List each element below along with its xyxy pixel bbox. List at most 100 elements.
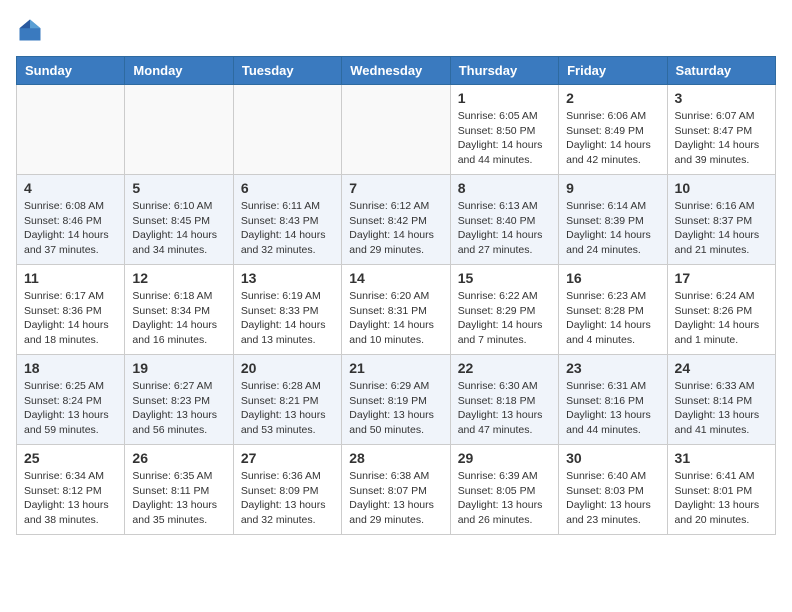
day-info: Sunrise: 6:13 AM Sunset: 8:40 PM Dayligh… [458, 199, 551, 258]
page-header [16, 16, 776, 44]
calendar-day-cell: 23 Sunrise: 6:31 AM Sunset: 8:16 PM Dayli… [559, 355, 667, 445]
calendar-day-cell: 11 Sunrise: 6:17 AM Sunset: 8:36 PM Dayli… [17, 265, 125, 355]
weekday-header-friday: Friday [559, 57, 667, 85]
weekday-header-sunday: Sunday [17, 57, 125, 85]
calendar-body: 1 Sunrise: 6:05 AM Sunset: 8:50 PM Daylig… [17, 85, 776, 535]
weekday-header-monday: Monday [125, 57, 233, 85]
day-number: 6 [241, 180, 334, 196]
calendar-day-cell: 21 Sunrise: 6:29 AM Sunset: 8:19 PM Dayli… [342, 355, 450, 445]
day-number: 28 [349, 450, 442, 466]
logo-icon [16, 16, 44, 44]
calendar-day-cell: 2Sunrise: 6:06 AM Sunset: 8:49 PM Daylig… [559, 85, 667, 175]
calendar-day-cell: 27 Sunrise: 6:36 AM Sunset: 8:09 PM Dayli… [233, 445, 341, 535]
day-number: 17 [675, 270, 768, 286]
calendar-day-cell: 19 Sunrise: 6:27 AM Sunset: 8:23 PM Dayli… [125, 355, 233, 445]
day-info: Sunrise: 6:12 AM Sunset: 8:42 PM Dayligh… [349, 199, 442, 258]
calendar-day-cell: 6Sunrise: 6:11 AM Sunset: 8:43 PM Daylig… [233, 175, 341, 265]
calendar-day-cell: 15Sunrise: 6:22 AM Sunset: 8:29 PM Dayli… [450, 265, 558, 355]
day-number: 4 [24, 180, 117, 196]
calendar-day-cell: 17Sunrise: 6:24 AM Sunset: 8:26 PM Dayli… [667, 265, 775, 355]
weekday-header-tuesday: Tuesday [233, 57, 341, 85]
day-number: 20 [241, 360, 334, 376]
day-number: 8 [458, 180, 551, 196]
day-number: 26 [132, 450, 225, 466]
calendar-day-cell [125, 85, 233, 175]
calendar-day-cell: 14 Sunrise: 6:20 AM Sunset: 8:31 PM Dayli… [342, 265, 450, 355]
day-info: Sunrise: 6:29 AM Sunset: 8:19 PM Dayligh… [349, 379, 442, 438]
calendar-day-cell: 29 Sunrise: 6:39 AM Sunset: 8:05 PM Dayli… [450, 445, 558, 535]
calendar-week-row: 4 Sunrise: 6:08 AM Sunset: 8:46 PM Daylig… [17, 175, 776, 265]
day-number: 14 [349, 270, 442, 286]
day-info: Sunrise: 6:14 AM Sunset: 8:39 PM Dayligh… [566, 199, 659, 258]
calendar-week-row: 18 Sunrise: 6:25 AM Sunset: 8:24 PM Dayli… [17, 355, 776, 445]
day-info: Sunrise: 6:19 AM Sunset: 8:33 PM Dayligh… [241, 289, 334, 348]
day-info: Sunrise: 6:31 AM Sunset: 8:16 PM Dayligh… [566, 379, 659, 438]
day-info: Sunrise: 6:07 AM Sunset: 8:47 PM Dayligh… [675, 109, 768, 168]
weekday-header-saturday: Saturday [667, 57, 775, 85]
day-number: 16 [566, 270, 659, 286]
day-info: Sunrise: 6:27 AM Sunset: 8:23 PM Dayligh… [132, 379, 225, 438]
day-info: Sunrise: 6:16 AM Sunset: 8:37 PM Dayligh… [675, 199, 768, 258]
calendar-day-cell [17, 85, 125, 175]
calendar-day-cell [342, 85, 450, 175]
day-info: Sunrise: 6:35 AM Sunset: 8:11 PM Dayligh… [132, 469, 225, 528]
day-number: 18 [24, 360, 117, 376]
day-info: Sunrise: 6:10 AM Sunset: 8:45 PM Dayligh… [132, 199, 225, 258]
day-info: Sunrise: 6:08 AM Sunset: 8:46 PM Dayligh… [24, 199, 117, 258]
day-info: Sunrise: 6:33 AM Sunset: 8:14 PM Dayligh… [675, 379, 768, 438]
calendar-table: SundayMondayTuesdayWednesdayThursdayFrid… [16, 56, 776, 535]
day-info: Sunrise: 6:30 AM Sunset: 8:18 PM Dayligh… [458, 379, 551, 438]
day-info: Sunrise: 6:25 AM Sunset: 8:24 PM Dayligh… [24, 379, 117, 438]
calendar-day-cell: 7Sunrise: 6:12 AM Sunset: 8:42 PM Daylig… [342, 175, 450, 265]
day-info: Sunrise: 6:20 AM Sunset: 8:31 PM Dayligh… [349, 289, 442, 348]
day-number: 30 [566, 450, 659, 466]
calendar-day-cell: 13 Sunrise: 6:19 AM Sunset: 8:33 PM Dayli… [233, 265, 341, 355]
day-number: 19 [132, 360, 225, 376]
calendar-day-cell: 31 Sunrise: 6:41 AM Sunset: 8:01 PM Dayli… [667, 445, 775, 535]
day-number: 3 [675, 90, 768, 106]
day-number: 13 [241, 270, 334, 286]
day-info: Sunrise: 6:34 AM Sunset: 8:12 PM Dayligh… [24, 469, 117, 528]
calendar-day-cell: 4 Sunrise: 6:08 AM Sunset: 8:46 PM Daylig… [17, 175, 125, 265]
day-info: Sunrise: 6:41 AM Sunset: 8:01 PM Dayligh… [675, 469, 768, 528]
calendar-day-cell: 22 Sunrise: 6:30 AM Sunset: 8:18 PM Dayli… [450, 355, 558, 445]
day-info: Sunrise: 6:28 AM Sunset: 8:21 PM Dayligh… [241, 379, 334, 438]
day-number: 21 [349, 360, 442, 376]
day-info: Sunrise: 6:38 AM Sunset: 8:07 PM Dayligh… [349, 469, 442, 528]
day-number: 29 [458, 450, 551, 466]
calendar-week-row: 11 Sunrise: 6:17 AM Sunset: 8:36 PM Dayli… [17, 265, 776, 355]
day-number: 23 [566, 360, 659, 376]
calendar-day-cell: 30 Sunrise: 6:40 AM Sunset: 8:03 PM Dayli… [559, 445, 667, 535]
calendar-day-cell: 9 Sunrise: 6:14 AM Sunset: 8:39 PM Daylig… [559, 175, 667, 265]
day-number: 12 [132, 270, 225, 286]
day-number: 31 [675, 450, 768, 466]
calendar-day-cell: 8 Sunrise: 6:13 AM Sunset: 8:40 PM Daylig… [450, 175, 558, 265]
calendar-day-cell: 3 Sunrise: 6:07 AM Sunset: 8:47 PM Daylig… [667, 85, 775, 175]
day-info: Sunrise: 6:17 AM Sunset: 8:36 PM Dayligh… [24, 289, 117, 348]
weekday-header-wednesday: Wednesday [342, 57, 450, 85]
day-info: Sunrise: 6:18 AM Sunset: 8:34 PM Dayligh… [132, 289, 225, 348]
day-info: Sunrise: 6:22 AM Sunset: 8:29 PM Dayligh… [458, 289, 551, 348]
day-info: Sunrise: 6:40 AM Sunset: 8:03 PM Dayligh… [566, 469, 659, 528]
day-number: 1 [458, 90, 551, 106]
calendar-day-cell: 24 Sunrise: 6:33 AM Sunset: 8:14 PM Dayli… [667, 355, 775, 445]
logo [16, 16, 48, 44]
day-info: Sunrise: 6:36 AM Sunset: 8:09 PM Dayligh… [241, 469, 334, 528]
day-number: 25 [24, 450, 117, 466]
day-info: Sunrise: 6:39 AM Sunset: 8:05 PM Dayligh… [458, 469, 551, 528]
day-info: Sunrise: 6:05 AM Sunset: 8:50 PM Dayligh… [458, 109, 551, 168]
day-number: 24 [675, 360, 768, 376]
day-number: 5 [132, 180, 225, 196]
calendar-day-cell: 10Sunrise: 6:16 AM Sunset: 8:37 PM Dayli… [667, 175, 775, 265]
calendar-day-cell: 28 Sunrise: 6:38 AM Sunset: 8:07 PM Dayli… [342, 445, 450, 535]
day-number: 9 [566, 180, 659, 196]
day-number: 22 [458, 360, 551, 376]
calendar-day-cell: 16Sunrise: 6:23 AM Sunset: 8:28 PM Dayli… [559, 265, 667, 355]
day-number: 27 [241, 450, 334, 466]
calendar-day-cell: 25 Sunrise: 6:34 AM Sunset: 8:12 PM Dayli… [17, 445, 125, 535]
calendar-day-cell [233, 85, 341, 175]
calendar-header: SundayMondayTuesdayWednesdayThursdayFrid… [17, 57, 776, 85]
calendar-week-row: 25 Sunrise: 6:34 AM Sunset: 8:12 PM Dayli… [17, 445, 776, 535]
calendar-day-cell: 12 Sunrise: 6:18 AM Sunset: 8:34 PM Dayli… [125, 265, 233, 355]
day-number: 11 [24, 270, 117, 286]
